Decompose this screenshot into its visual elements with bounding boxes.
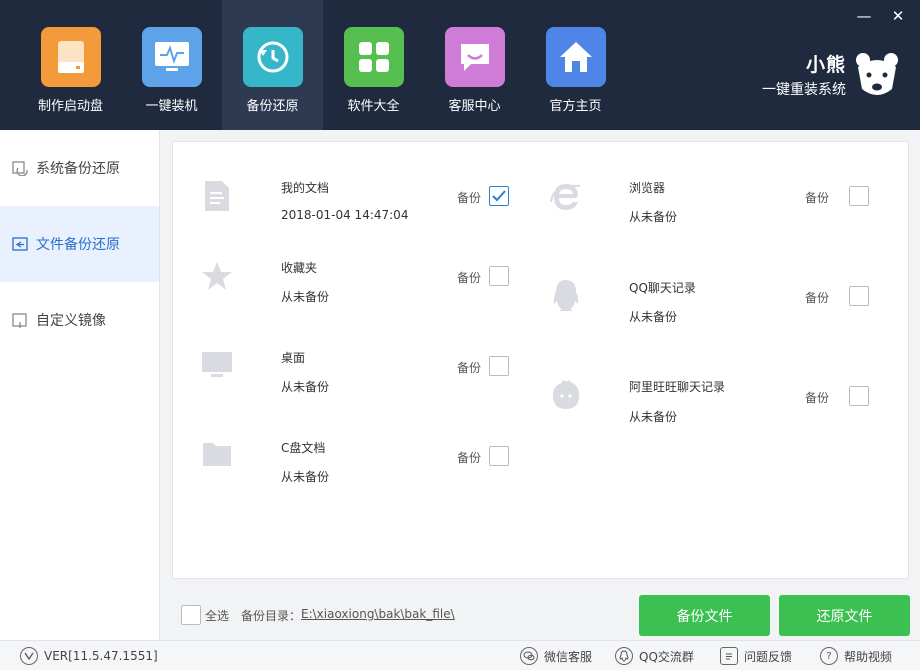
qq-group-link[interactable]: QQ交流群	[615, 647, 694, 665]
checkbox-wangwang-chat[interactable]	[849, 386, 869, 406]
checkmark-icon	[492, 190, 506, 202]
status-bar: VER[11.5.47.1551] 微信客服 QQ交流群 问题反馈 ? 帮助视频	[0, 640, 920, 670]
custom-image-icon	[12, 313, 27, 328]
nav-label: 备份还原	[246, 99, 299, 114]
checkbox-desktop[interactable]	[489, 356, 509, 376]
top-nav: 制作启动盘 一键装机 备份还原 软件大全 客服中心 官方主页	[20, 0, 626, 130]
checkbox-favorites[interactable]	[489, 266, 509, 286]
chat-bubble-icon	[444, 27, 505, 87]
qq-penguin-icon	[553, 280, 579, 311]
status-link-label: 帮助视频	[844, 649, 893, 664]
star-icon	[202, 262, 232, 290]
nav-label: 软件大全	[347, 99, 400, 114]
backup-label: 备份	[805, 191, 830, 205]
checkbox-c-drive[interactable]	[489, 446, 509, 466]
brand: 小熊 一键重装系统	[762, 50, 900, 99]
backup-label: 备份	[457, 271, 482, 285]
checkbox-browser[interactable]	[849, 186, 869, 206]
sidebar-item-custom-image[interactable]: 自定义镜像	[0, 282, 159, 358]
action-bar: 全选 备份目录： E:\xiaoxiong\bak\bak_file\ 备份文件…	[160, 586, 920, 640]
brand-name: 小熊	[805, 54, 846, 76]
backup-label: 备份	[805, 391, 830, 405]
help-video-link[interactable]: ? 帮助视频	[820, 647, 892, 665]
wechat-icon	[520, 647, 538, 665]
window-controls: — ✕	[856, 8, 906, 24]
checkbox-documents[interactable]	[489, 186, 509, 206]
monitor-pulse-icon	[141, 27, 202, 87]
nav-item-boot-disk[interactable]: 制作启动盘	[20, 0, 121, 130]
wangwang-icon	[552, 380, 580, 409]
nav-label: 一键装机	[145, 99, 198, 114]
entry-title-favorites: 收藏夹	[281, 261, 318, 275]
browser-icon	[550, 184, 581, 210]
system-backup-icon	[12, 161, 28, 176]
entry-status-qq-chat: 从未备份	[629, 310, 678, 324]
usb-drive-icon	[40, 27, 101, 87]
nav-item-homepage[interactable]: 官方主页	[525, 0, 626, 130]
status-link-label: QQ交流群	[639, 649, 694, 664]
entry-status-wangwang-chat: 从未备份	[629, 410, 678, 424]
backup-label: 备份	[457, 361, 482, 375]
sidebar-item-file-backup[interactable]: 文件备份还原	[0, 206, 159, 282]
entry-status-favorites: 从未备份	[281, 290, 330, 304]
nav-item-backup-restore[interactable]: 备份还原	[222, 0, 323, 130]
bear-logo-icon	[856, 52, 898, 95]
backup-label: 备份	[805, 291, 830, 305]
sidebar-item-label: 自定义镜像	[36, 313, 106, 329]
home-icon	[545, 27, 606, 87]
backup-files-button[interactable]: 备份文件	[639, 595, 770, 636]
entry-status-desktop: 从未备份	[281, 380, 330, 394]
brand-subtitle: 一键重装系统	[762, 82, 846, 98]
backup-panel: 我的文档 2018-01-04 14:47:04 备份 收藏夹 从未备份 备份 …	[172, 141, 909, 579]
nav-label: 客服中心	[448, 99, 501, 114]
nav-item-one-click-install[interactable]: 一键装机	[121, 0, 222, 130]
nav-item-support[interactable]: 客服中心	[424, 0, 525, 130]
nav-label: 制作启动盘	[37, 99, 103, 114]
file-backup-icon	[12, 237, 28, 251]
entry-title-qq-chat: QQ聊天记录	[629, 281, 696, 295]
entry-status-browser: 从未备份	[629, 210, 678, 224]
status-link-label: 微信客服	[544, 649, 593, 664]
nav-item-software[interactable]: 软件大全	[323, 0, 424, 130]
backup-dir-link[interactable]: E:\xiaoxiong\bak\bak_file\	[301, 607, 455, 621]
header: 制作启动盘 一键装机 备份还原 软件大全 客服中心 官方主页 — ✕ 小熊 一键…	[0, 0, 920, 130]
desktop-icon	[202, 352, 232, 377]
entry-title-wangwang-chat: 阿里旺旺聊天记录	[629, 380, 726, 394]
restore-files-button[interactable]: 还原文件	[779, 595, 910, 636]
entry-status-documents: 2018-01-04 14:47:04	[281, 208, 409, 222]
feedback-icon	[720, 647, 738, 665]
minimize-button[interactable]: —	[856, 8, 872, 24]
sidebar-item-label: 文件备份还原	[36, 237, 120, 253]
entry-title-c-drive: C盘文档	[281, 441, 326, 455]
folder-icon	[203, 443, 231, 466]
version-check-icon[interactable]	[20, 647, 38, 665]
sidebar: 系统备份还原 文件备份还原 自定义镜像	[0, 130, 160, 640]
apps-grid-icon	[343, 27, 404, 87]
backup-dir-label: 备份目录：	[241, 609, 302, 623]
entry-title-desktop: 桌面	[281, 351, 306, 365]
nav-label: 官方主页	[549, 99, 602, 114]
feedback-link[interactable]: 问题反馈	[720, 647, 792, 665]
version-info: VER[11.5.47.1551]	[20, 647, 158, 665]
select-all-label: 全选	[205, 609, 230, 623]
backup-label: 备份	[457, 191, 482, 205]
wechat-support-link[interactable]: 微信客服	[520, 647, 592, 665]
backup-label: 备份	[457, 451, 482, 465]
help-icon: ?	[820, 647, 838, 665]
entry-title-browser: 浏览器	[629, 181, 666, 195]
select-all-checkbox[interactable]	[181, 605, 201, 625]
version-text: VER[11.5.47.1551]	[44, 649, 158, 663]
restore-icon	[242, 27, 303, 87]
sidebar-item-system-backup[interactable]: 系统备份还原	[0, 130, 159, 206]
close-button[interactable]: ✕	[890, 8, 906, 24]
checkbox-qq-chat[interactable]	[849, 286, 869, 306]
qq-icon	[615, 647, 633, 665]
status-link-label: 问题反馈	[744, 649, 793, 664]
entry-title-documents: 我的文档	[281, 181, 330, 195]
entry-status-c-drive: 从未备份	[281, 470, 330, 484]
document-icon	[205, 181, 229, 211]
sidebar-item-label: 系统备份还原	[36, 161, 120, 177]
